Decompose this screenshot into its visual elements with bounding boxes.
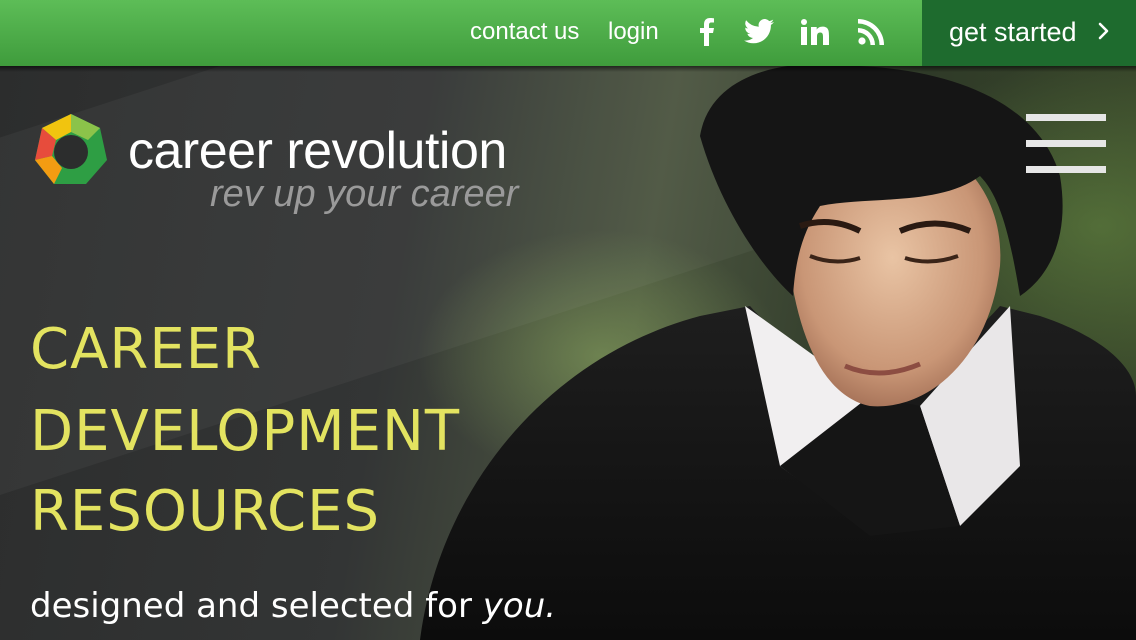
chevron-right-icon [1098, 22, 1110, 45]
hero-subtitle-text: designed and selected for [30, 586, 483, 626]
hamburger-menu-icon[interactable] [1024, 114, 1108, 178]
menu-bar-top [1026, 114, 1106, 121]
headline-line-1: CAREER [30, 317, 262, 382]
headline-line-2: DEVELOPMENT [30, 399, 461, 464]
topbar-shadow [0, 66, 1136, 72]
facebook-icon[interactable] [690, 16, 724, 48]
headline-line-3: RESOURCES [30, 479, 381, 544]
hero-subtitle: designed and selected for you. [30, 584, 556, 628]
top-navigation-bar: contact us login get started [0, 0, 1136, 66]
career-revolution-logo-icon [32, 110, 110, 193]
hero-banner: career revolution rev up your career CAR… [0, 66, 1136, 640]
login-link[interactable]: login [608, 16, 659, 48]
get-started-label: get started [949, 17, 1077, 47]
brand-tagline: rev up your career [210, 173, 519, 215]
get-started-button[interactable]: get started [922, 0, 1136, 66]
contact-us-link[interactable]: contact us [470, 16, 579, 48]
menu-bar-bottom [1026, 166, 1106, 173]
linkedin-icon[interactable] [798, 16, 832, 48]
menu-bar-middle [1026, 140, 1106, 147]
hero-subtitle-emphasis: you. [482, 586, 557, 626]
twitter-icon[interactable] [742, 16, 776, 48]
rss-icon[interactable] [854, 16, 888, 48]
